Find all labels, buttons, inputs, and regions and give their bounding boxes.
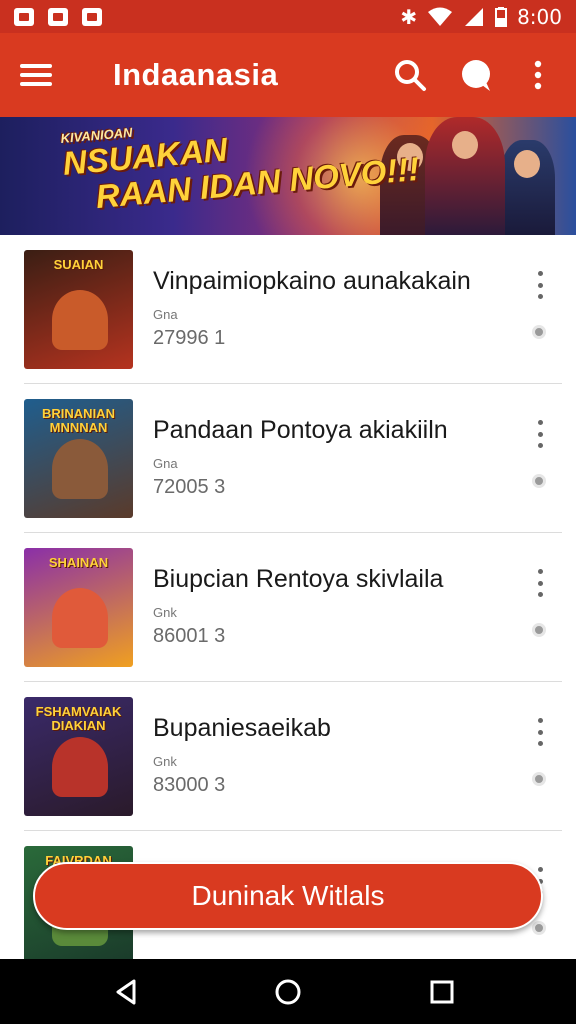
game-count: 27996 1: [153, 327, 226, 349]
game-meta: Gnk: [153, 605, 177, 620]
status-dot-icon: [532, 623, 546, 637]
thumbnail-label: FSHAMVAIAK DIAKIAN: [35, 704, 122, 733]
list-item[interactable]: SHAINAN Biupcian Rentoya skivlaila Gnk 8…: [0, 533, 576, 682]
recents-icon[interactable]: [425, 975, 459, 1009]
app-screen: ✱ 8:00 Indaanasia KIVANIOAN NSUAKAN RAAN…: [0, 0, 576, 1024]
game-meta: Gnk: [153, 754, 177, 769]
game-thumbnail[interactable]: SHAINAN: [24, 548, 133, 667]
game-title: Vinpaimiopkaino aunakakain: [153, 267, 471, 295]
notification-icon: [48, 7, 68, 26]
status-dot-icon: [532, 772, 546, 786]
more-vert-icon[interactable]: [530, 569, 550, 597]
banner-hero-figure: [425, 117, 505, 235]
game-thumbnail[interactable]: FSHAMVAIAK DIAKIAN: [24, 697, 133, 816]
game-count: 83000 3: [153, 774, 226, 796]
more-vert-icon[interactable]: [530, 420, 550, 448]
game-title: Biupcian Rentoya skivlaila: [153, 565, 444, 593]
game-meta: Gna: [153, 456, 178, 471]
status-dot-icon: [532, 325, 546, 339]
navigation-bar: [0, 959, 576, 1024]
thumbnail-character: [52, 588, 108, 648]
list-item[interactable]: SUAIAN Vinpaimiopkaino aunakakain Gna 27…: [0, 235, 576, 384]
search-icon[interactable]: [390, 55, 430, 95]
battery-icon: [495, 6, 508, 27]
game-thumbnail[interactable]: BRINANIAN MNNNAN: [24, 399, 133, 518]
thumbnail-label: BRINANIAN MNNNAN: [42, 406, 115, 435]
promo-banner[interactable]: KIVANIOAN NSUAKAN RAAN IDAN NOVO!!!: [0, 117, 576, 235]
status-notifications: [14, 7, 102, 26]
status-system-icons: ✱ 8:00: [400, 5, 562, 29]
menu-icon[interactable]: [20, 57, 60, 93]
app-bar: Indaanasia: [0, 33, 576, 117]
status-bar: ✱ 8:00: [0, 0, 576, 33]
wifi-icon: [428, 7, 453, 26]
status-dot-icon: [532, 474, 546, 488]
back-icon[interactable]: [110, 975, 144, 1009]
download-button[interactable]: Duninak Witlals: [33, 862, 543, 930]
notification-icon: [14, 7, 34, 26]
signal-icon: [465, 7, 484, 26]
more-vert-icon[interactable]: [522, 55, 562, 95]
status-dot-icon: [532, 921, 546, 935]
thumbnail-label: SHAINAN: [48, 555, 109, 570]
thumbnail-label: SUAIAN: [53, 257, 104, 272]
banner-hero-figure: [500, 140, 555, 235]
bluetooth-icon: ✱: [400, 4, 418, 29]
app-title: Indaanasia: [113, 57, 279, 92]
thumbnail-character: [52, 737, 108, 797]
game-count: 86001 3: [153, 625, 226, 647]
notification-icon: [82, 7, 102, 26]
game-count: 72005 3: [153, 476, 226, 498]
more-vert-icon[interactable]: [530, 718, 550, 746]
game-thumbnail[interactable]: SUAIAN: [24, 250, 133, 369]
game-title: Pandaan Pontoya akiakiiln: [153, 416, 448, 444]
game-title: Bupaniesaeikab: [153, 714, 331, 742]
more-vert-icon[interactable]: [530, 271, 550, 299]
status-time: 8:00: [517, 4, 562, 29]
chat-icon[interactable]: [456, 55, 496, 95]
thumbnail-character: [52, 439, 108, 499]
home-icon[interactable]: [271, 975, 305, 1009]
list-item[interactable]: FSHAMVAIAK DIAKIAN Bupaniesaeikab Gnk 83…: [0, 682, 576, 831]
game-meta: Gna: [153, 307, 178, 322]
thumbnail-character: [52, 290, 108, 350]
list-item[interactable]: BRINANIAN MNNNAN Pandaan Pontoya akiakii…: [0, 384, 576, 533]
